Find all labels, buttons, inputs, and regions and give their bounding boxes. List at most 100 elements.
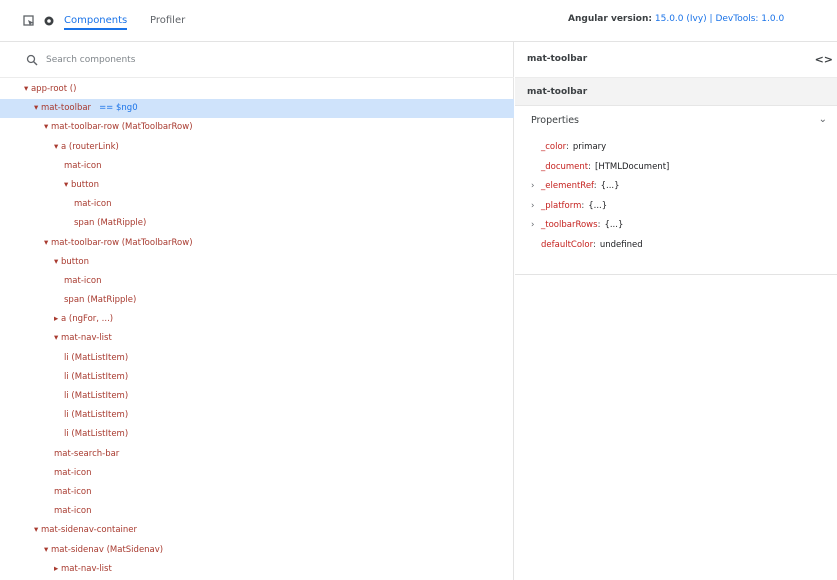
property-value[interactable]: primary — [573, 142, 606, 152]
version-label: Angular version: — [568, 14, 652, 24]
tree-node[interactable]: ▾ button — [0, 253, 514, 272]
tab-components[interactable]: Components — [64, 14, 128, 30]
tree-node[interactable]: mat-icon — [0, 502, 514, 521]
tree-node-label: mat-icon — [74, 199, 112, 210]
tree-node[interactable]: ▸ mat-nav-list — [0, 560, 514, 579]
property-row: _color: primary — [515, 138, 837, 158]
tree-node[interactable]: li (MatListItem) — [0, 349, 514, 368]
tree-node-label: ▾ button — [64, 179, 100, 190]
property-colon: : — [593, 181, 597, 191]
tree-node-label: mat-icon — [54, 486, 92, 497]
tree-node-label: li (MatListItem) — [64, 391, 129, 401]
property-key: _toolbarRows — [541, 220, 598, 230]
tree-node-label: ▾ mat-sidenav (MatSidenav) — [44, 544, 164, 555]
settings-icon[interactable] — [42, 14, 56, 28]
selected-component-title: mat-toolbar — [527, 54, 588, 64]
property-row[interactable]: › _toolbarRows: {...} — [515, 216, 837, 236]
tree-node-label: ▾ mat-toolbar-row (MatToolbarRow) — [44, 122, 193, 133]
property-value[interactable]: undefined — [600, 240, 643, 250]
tree-node-ref: == $ng0 — [99, 103, 138, 114]
details-header: mat-toolbar <> — [515, 42, 837, 78]
tree-node-label: ▾ a (routerLink) — [54, 141, 119, 152]
property-colon: : — [592, 239, 596, 250]
tree-node[interactable]: mat-icon — [0, 272, 514, 291]
property-colon: : — [597, 220, 601, 230]
property-value[interactable]: {...} — [604, 220, 623, 230]
tree-node[interactable]: mat-search-bar — [0, 445, 514, 464]
chevron-right-icon[interactable]: › — [531, 216, 534, 236]
tree-node-label: ▾ app-root () — [24, 84, 77, 94]
property-row[interactable]: › _platform: {...} — [515, 197, 837, 217]
tree-node[interactable]: ▾ app-root () — [0, 80, 514, 99]
properties-section-title: Properties — [531, 115, 580, 126]
tree-node[interactable]: mat-icon — [0, 464, 514, 483]
tree-node-label: mat-icon — [54, 506, 92, 517]
property-colon: : — [588, 161, 592, 172]
tree-node[interactable]: span (MatRipple) — [0, 291, 514, 310]
tree-node[interactable]: ▾ mat-sidenav (MatSidenav) — [0, 541, 514, 560]
tree-node[interactable]: li (MatListItem) — [0, 406, 514, 425]
property-key: _platform — [541, 200, 582, 211]
tree-node-label: li (MatListItem) — [64, 352, 129, 363]
tree-node[interactable]: li (MatListItem) — [0, 387, 514, 406]
tree-node-label: mat-icon — [64, 160, 102, 171]
property-value[interactable]: {...} — [588, 201, 607, 211]
tree-node-label: li (MatListItem) — [64, 410, 129, 421]
property-colon: : — [581, 200, 585, 211]
chevron-right-icon[interactable]: › — [531, 197, 534, 217]
angular-version: Angular version: 15.0.0 (Ivy) | DevTools… — [568, 14, 784, 24]
tree-node-label: mat-search-bar — [54, 448, 120, 459]
tree-node-label: span (MatRipple) — [64, 295, 137, 306]
code-icon[interactable]: <> — [815, 53, 833, 66]
version-value[interactable]: 15.0.0 (Ivy) | DevTools: 1.0.0 — [655, 14, 784, 24]
tree-node-label: mat-icon — [54, 467, 92, 478]
tree-node[interactable]: ▾ button — [0, 176, 514, 195]
property-key: _color — [541, 142, 567, 152]
property-key: _document — [541, 161, 589, 172]
tree-node[interactable]: ▾ mat-sidenav-container — [0, 521, 514, 540]
search-row — [0, 42, 514, 78]
tree-node[interactable]: mat-icon — [0, 483, 514, 502]
tree-node-label: ▾ mat-sidenav-container — [34, 525, 138, 536]
chevron-right-icon[interactable]: › — [531, 177, 534, 197]
component-tree-pane: ▾ app-root ()▾ mat-toolbar== $ng0▾ mat-t… — [0, 42, 514, 580]
tree-node-label: ▾ mat-nav-list — [54, 333, 112, 344]
chevron-down-icon[interactable]: ⌄ — [819, 114, 827, 125]
property-row: _document: [HTMLDocument] — [515, 158, 837, 178]
search-icon — [26, 54, 38, 66]
properties-pane: mat-toolbar <> mat-toolbar Properties ⌄ … — [515, 42, 837, 580]
devtools-toolbar: Components Profiler Angular version: 15.… — [0, 0, 837, 42]
properties-section-header[interactable]: Properties ⌄ — [515, 106, 837, 134]
tree-node[interactable]: ▾ mat-toolbar-row (MatToolbarRow) — [0, 118, 514, 137]
tree-node-label: ▸ a (ngFor, ...) — [54, 314, 114, 325]
properties-divider — [515, 274, 837, 275]
inspect-element-icon[interactable] — [22, 14, 36, 28]
tree-node[interactable]: li (MatListItem) — [0, 368, 514, 387]
tree-node[interactable]: ▾ mat-toolbar-row (MatToolbarRow) — [0, 234, 514, 253]
tree-node[interactable]: ▾ a (routerLink) — [0, 138, 514, 157]
tree-node[interactable]: mat-icon — [0, 195, 514, 214]
tree-node-label: mat-icon — [64, 275, 102, 286]
tree-node-label: ▸ mat-nav-list — [54, 563, 112, 574]
tree-node-label: ▾ mat-toolbar-row (MatToolbarRow) — [44, 237, 193, 248]
property-value[interactable]: {...} — [601, 181, 620, 191]
tree-node[interactable]: mat-icon — [0, 157, 514, 176]
directive-header: mat-toolbar — [515, 78, 837, 106]
tree-node-label: li (MatListItem) — [64, 371, 129, 382]
property-colon: : — [566, 142, 569, 152]
tree-node[interactable]: ▾ mat-toolbar == $ng0 — [0, 99, 514, 119]
property-row: defaultColor: undefined — [515, 236, 837, 256]
tree-node[interactable]: span (MatRipple) — [0, 214, 514, 233]
directive-label: mat-toolbar — [527, 87, 588, 97]
tree-node[interactable]: li (MatListItem) — [0, 425, 514, 444]
tree-node[interactable]: ▾ mat-nav-list — [0, 329, 514, 348]
tab-profiler[interactable]: Profiler — [150, 14, 185, 30]
tree-node[interactable]: ▸ a (ngFor, ...) — [0, 310, 514, 329]
property-list: _color: primary _document: [HTMLDocument] › _… — [515, 138, 837, 255]
tree-node-label: ▾ mat-toolbar — [34, 103, 92, 114]
tree-node-label: span (MatRipple) — [74, 218, 147, 229]
property-value[interactable]: [HTMLDocument] — [595, 162, 669, 172]
search-components-input[interactable] — [46, 52, 446, 68]
tree-node-label: li (MatListItem) — [64, 429, 129, 440]
property-row[interactable]: › _elementRef: {...} — [515, 177, 837, 197]
